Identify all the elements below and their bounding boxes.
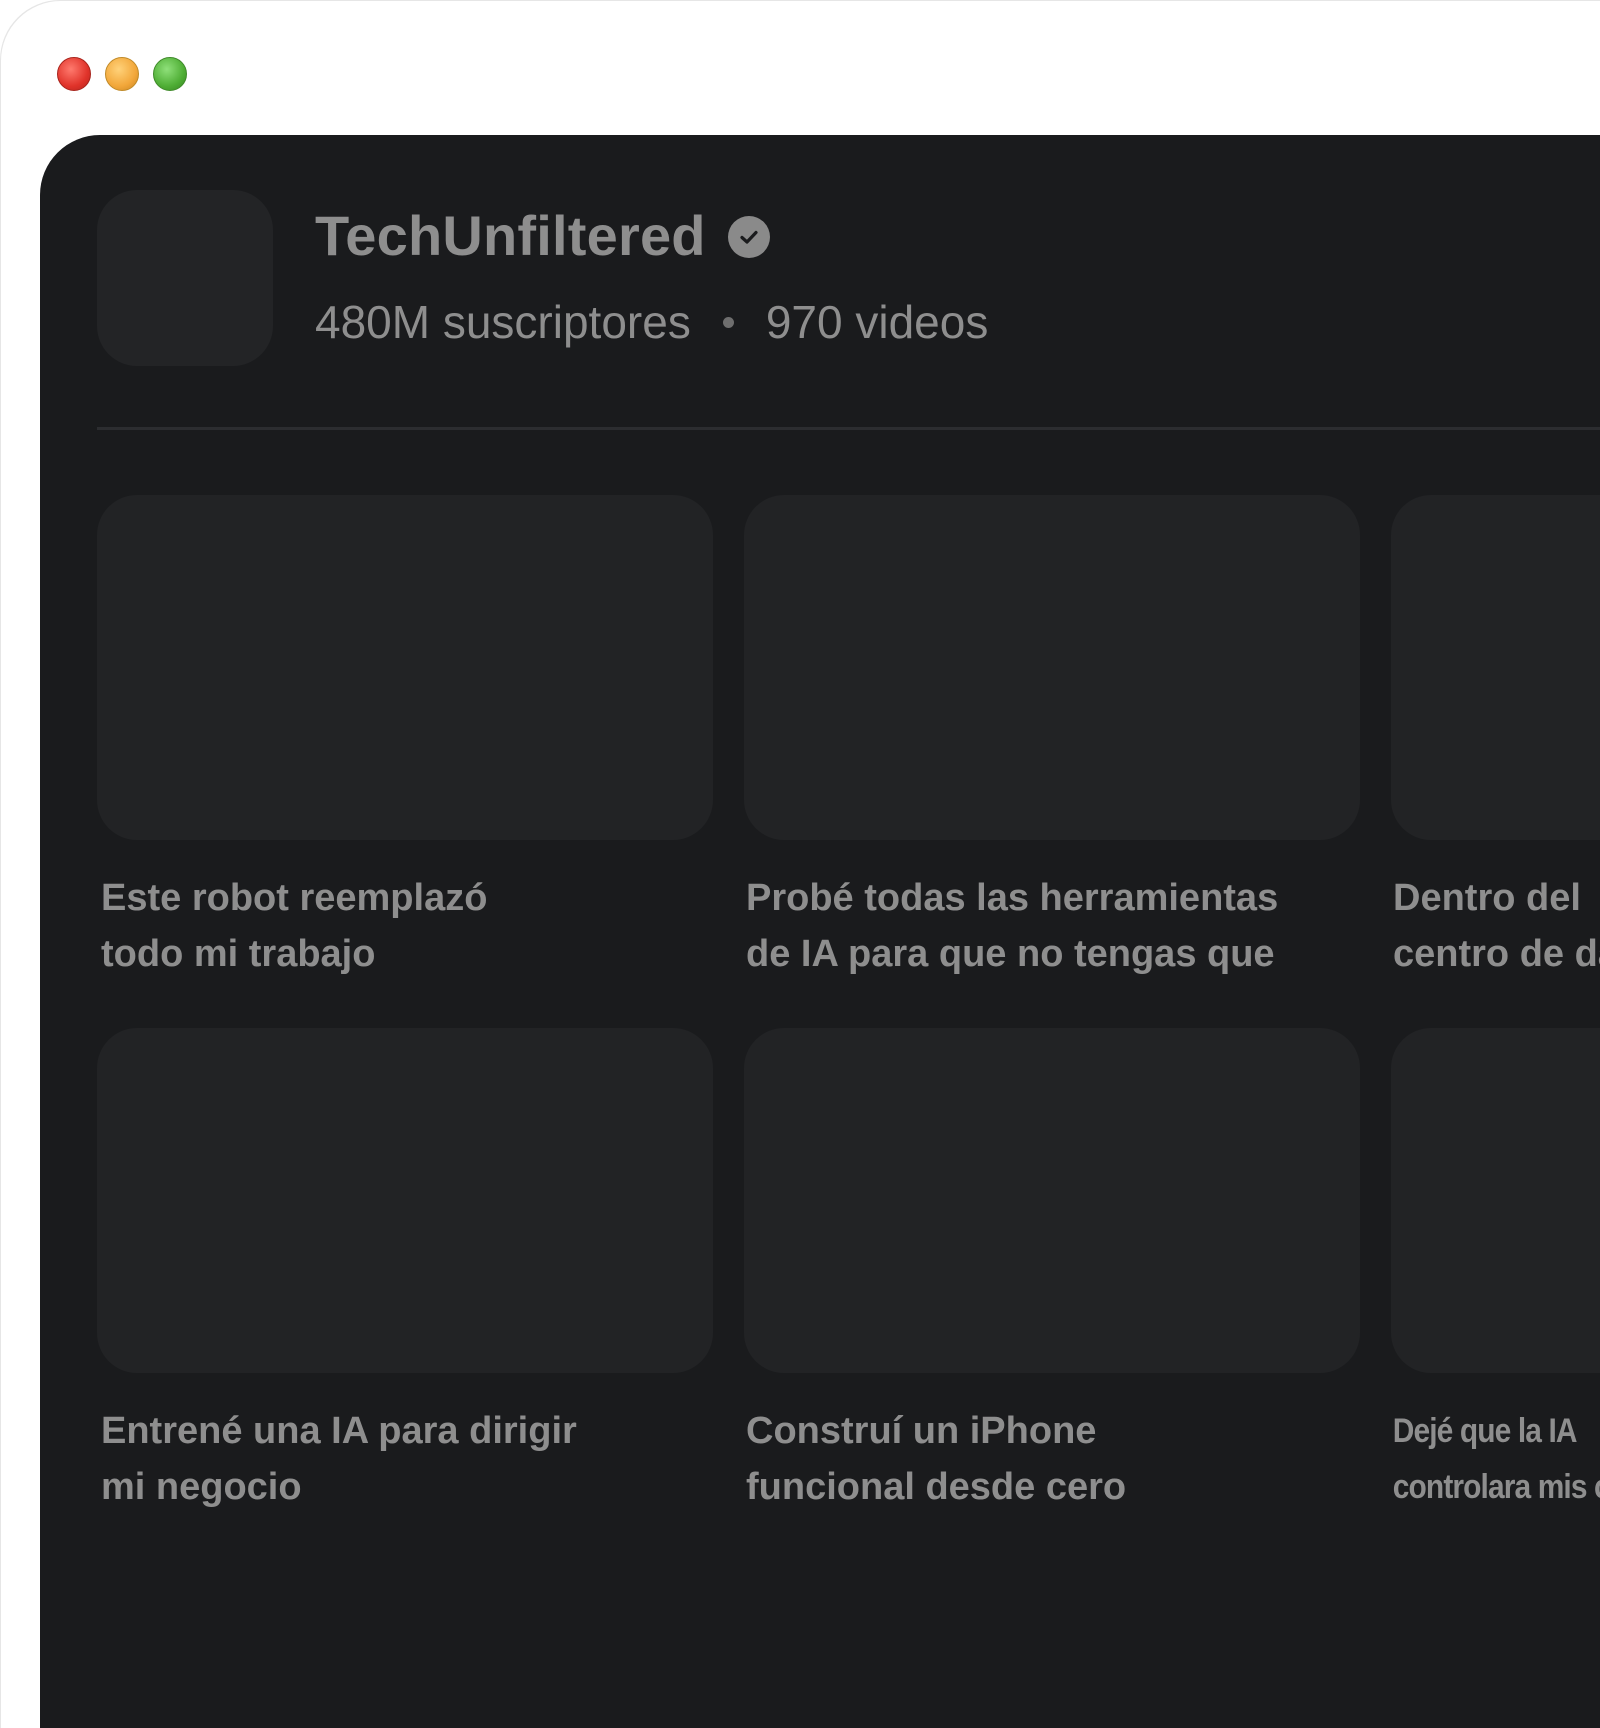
video-title[interactable]: Construí un iPhone funcional desde cero [744, 1403, 1360, 1515]
video-card[interactable]: Dejé que la IA controlara mis c [1391, 1028, 1600, 1515]
verified-check-icon [727, 215, 770, 258]
video-thumbnail[interactable] [97, 1028, 713, 1373]
video-title[interactable]: Este robot reemplazó todo mi trabajo [97, 870, 713, 982]
video-title[interactable]: Entrené una IA para dirigir mi negocio [97, 1403, 713, 1515]
subscriber-count: 480M suscriptores [315, 296, 691, 348]
video-count: 970 videos [765, 296, 989, 348]
video-thumbnail[interactable] [1391, 1028, 1600, 1373]
maximize-window-button[interactable] [153, 57, 187, 91]
channel-header: TechUnfiltered [315, 203, 770, 268]
header-divider [97, 427, 1600, 430]
video-card[interactable]: Probé todas las herramientas de IA para … [744, 495, 1360, 982]
close-window-button[interactable] [57, 57, 91, 91]
video-card[interactable]: Dentro del centro de da [1391, 495, 1600, 982]
app-window: TechUnfiltered 480M suscriptores 970 vid… [0, 0, 1600, 1728]
video-thumbnail[interactable] [1391, 495, 1600, 840]
channel-name: TechUnfiltered [315, 204, 706, 267]
separator-dot [722, 316, 734, 328]
minimize-window-button[interactable] [105, 57, 139, 91]
video-thumbnail[interactable] [744, 1028, 1360, 1373]
video-title[interactable]: Probé todas las herramientas de IA para … [744, 870, 1360, 982]
video-thumbnail[interactable] [744, 495, 1360, 840]
video-card[interactable]: Entrené una IA para dirigir mi negocio [97, 1028, 713, 1515]
video-thumbnail[interactable] [97, 495, 713, 840]
video-title[interactable]: Dentro del centro de da [1391, 870, 1600, 982]
channel-page: TechUnfiltered 480M suscriptores 970 vid… [40, 135, 1600, 1728]
window-controls [57, 57, 187, 91]
channel-avatar[interactable] [97, 190, 273, 366]
video-card[interactable]: Este robot reemplazó todo mi trabajo [97, 495, 713, 982]
channel-stats: 480M suscriptores 970 videos [315, 295, 988, 349]
video-title[interactable]: Dejé que la IA controlara mis c [1391, 1403, 1600, 1515]
video-card[interactable]: Construí un iPhone funcional desde cero [744, 1028, 1360, 1515]
